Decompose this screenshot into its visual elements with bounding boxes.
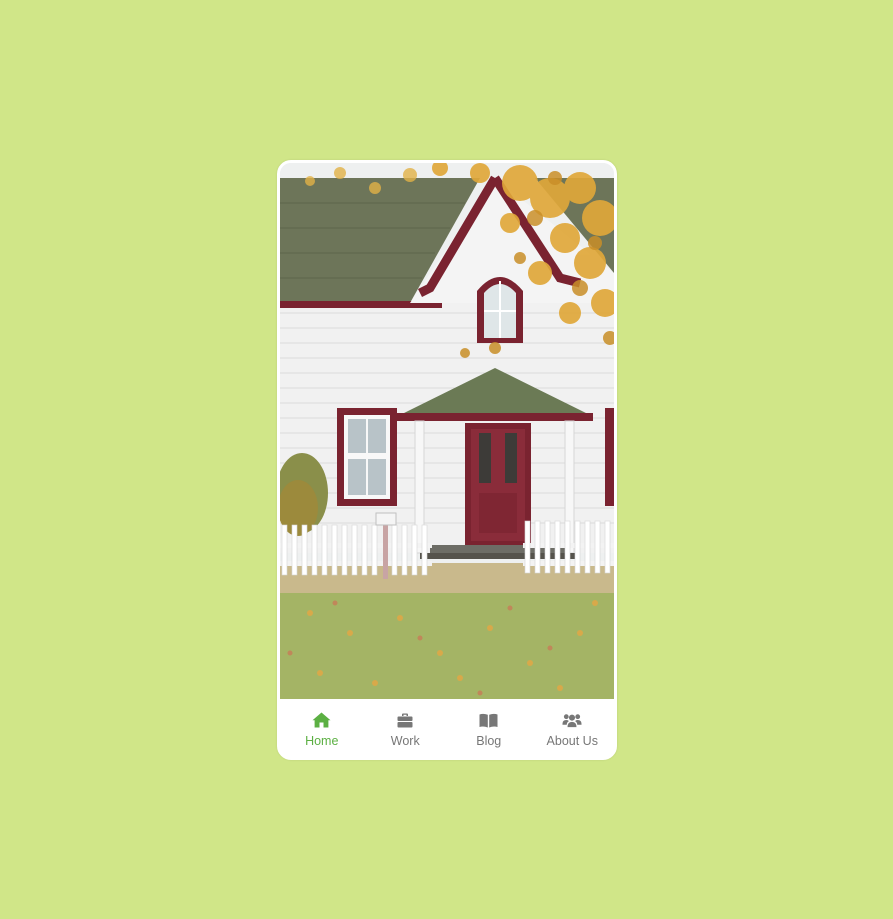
bottom-tab-bar: Home Work Blog About Us (280, 699, 614, 757)
phone-frame: Home Work Blog About Us (277, 160, 617, 760)
tab-blog[interactable]: Blog (447, 699, 531, 757)
tab-about-us-label: About Us (546, 734, 598, 748)
book-icon (479, 711, 499, 729)
users-icon (562, 711, 582, 729)
home-icon (312, 711, 332, 729)
tab-home-label: Home (305, 734, 339, 748)
tab-about-us[interactable]: About Us (531, 699, 615, 757)
hero-image (280, 163, 614, 699)
tab-work-label: Work (390, 734, 420, 748)
tab-home[interactable]: Home (280, 699, 364, 757)
briefcase-icon (395, 711, 415, 729)
tab-work[interactable]: Work (364, 699, 448, 757)
tab-blog-label: Blog (476, 734, 502, 748)
